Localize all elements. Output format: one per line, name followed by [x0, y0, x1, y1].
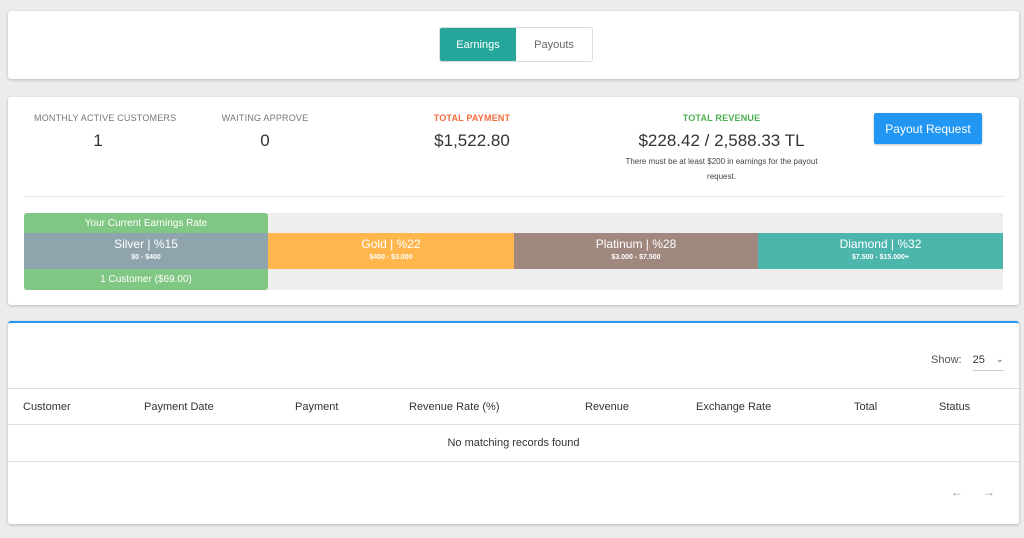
tier-name: Gold | %22	[361, 237, 421, 251]
divider	[24, 196, 1003, 197]
column-header[interactable]: Payment Date	[144, 401, 214, 413]
tab-group: Earnings Payouts	[439, 27, 593, 62]
tab-payouts[interactable]: Payouts	[516, 28, 592, 61]
tier-name: Diamond | %32	[839, 237, 922, 251]
tabs-card: Earnings Payouts	[8, 11, 1019, 79]
stat-total-revenue: TOTAL REVENUE $228.42 / 2,588.33 TL Ther…	[604, 113, 839, 184]
stat-waiting-approve: WAITING APPROVE 0	[220, 113, 310, 151]
column-header[interactable]: Total	[854, 401, 877, 413]
stat-label: TOTAL REVENUE	[682, 113, 761, 123]
payout-minimum-note: There must be at least $200 in earnings …	[625, 157, 818, 181]
column-header[interactable]: Payment	[295, 401, 338, 413]
column-header[interactable]: Customer	[23, 401, 71, 413]
empty-table-message: No matching records found	[8, 425, 1019, 462]
tab-earnings[interactable]: Earnings	[440, 28, 516, 61]
column-header[interactable]: Revenue Rate (%)	[409, 401, 500, 413]
stat-label: WAITING APPROVE	[221, 113, 309, 123]
column-header[interactable]: Status	[939, 401, 970, 413]
stat-value: 0	[260, 131, 270, 150]
tier-range: $0 - $400	[131, 254, 161, 261]
tier-range: $7.500 - $15.000+	[851, 254, 910, 261]
current-customer-summary: 1 Customer ($69.00)	[24, 269, 268, 290]
stat-label: TOTAL PAYMENT	[433, 113, 511, 123]
page-size-select[interactable]: 25 ⌄	[972, 349, 1004, 371]
stat-label: MONTHLY ACTIVE CUSTOMERS	[34, 113, 177, 123]
tier-range: $3.000 - $7.500	[611, 254, 661, 261]
stat-value: 1	[93, 131, 103, 150]
page-size-value: 25	[972, 353, 985, 366]
prev-page-arrow-icon[interactable]: ←	[951, 485, 963, 499]
payout-request-button[interactable]: Payout Request	[874, 113, 982, 144]
stat-value: $1,522.80	[434, 131, 510, 150]
tier-range: $400 - $3.000	[369, 254, 413, 261]
column-header[interactable]: Exchange Rate	[696, 401, 771, 413]
stat-total-payment: TOTAL PAYMENT $1,522.80	[422, 113, 522, 151]
tier-diamond: Diamond | %32 $7.500 - $15.000+	[758, 233, 1003, 269]
table-header: Customer Payment Date Payment Revenue Ra…	[8, 388, 1019, 425]
tier-platinum: Platinum | %28 $3.000 - $7.500	[514, 233, 758, 269]
page-size-control: Show: 25 ⌄	[931, 349, 1004, 371]
tier-name: Platinum | %28	[595, 237, 677, 251]
tier-silver: Silver | %15 $0 - $400	[24, 233, 268, 269]
tier-gold: Gold | %22 $400 - $3.000	[268, 233, 514, 269]
tier-name: Silver | %15	[114, 237, 178, 251]
payments-table-card: Show: 25 ⌄ Customer Payment Date Payment…	[8, 321, 1019, 524]
stat-value: $228.42 / 2,588.33 TL	[638, 131, 805, 150]
current-earnings-rate-label: Your Current Earnings Rate	[24, 213, 268, 233]
show-label: Show:	[931, 354, 962, 366]
stats-card: MONTHLY ACTIVE CUSTOMERS 1 WAITING APPRO…	[8, 97, 1019, 305]
stat-monthly-active-customers: MONTHLY ACTIVE CUSTOMERS 1	[34, 113, 177, 151]
chevron-down-icon: ⌄	[996, 354, 1004, 364]
next-page-arrow-icon[interactable]: →	[983, 485, 995, 499]
column-header[interactable]: Revenue	[585, 401, 629, 413]
